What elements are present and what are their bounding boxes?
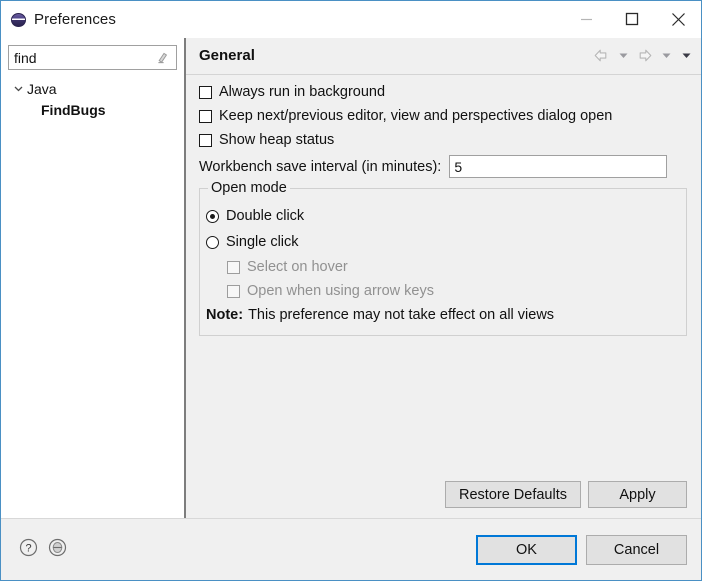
save-interval-input[interactable] [449, 155, 668, 178]
close-icon[interactable] [655, 1, 701, 37]
cancel-button[interactable]: Cancel [586, 535, 687, 565]
checkbox-box[interactable] [199, 133, 212, 147]
footer-icon-group: ? [19, 538, 67, 562]
tree-item-findbugs[interactable]: FindBugs [1, 99, 184, 120]
window-controls [563, 1, 701, 37]
title-bar: Preferences [1, 1, 701, 38]
checkbox-label: Open when using arrow keys [247, 283, 434, 299]
help-icon[interactable]: ? [19, 538, 38, 562]
radio-label: Single click [226, 234, 299, 250]
maximize-icon[interactable] [609, 1, 655, 37]
checkbox-show-heap-status[interactable]: Show heap status [199, 128, 612, 152]
checkbox-label: Show heap status [219, 132, 335, 148]
general-options: Always run in background Keep next/previ… [199, 80, 612, 152]
radio-button[interactable] [206, 235, 219, 249]
svg-text:?: ? [25, 543, 31, 555]
radio-double-click[interactable]: Double click [206, 203, 686, 229]
preferences-shortcut-icon[interactable] [48, 538, 67, 562]
save-interval-row: Workbench save interval (in minutes): [199, 155, 668, 178]
checkbox-always-run-in-background[interactable]: Always run in background [199, 80, 612, 104]
dialog-action-buttons: OK Cancel [476, 535, 687, 565]
tree-item-label: FindBugs [41, 101, 106, 118]
radio-button[interactable] [206, 209, 219, 223]
checkbox-label: Keep next/previous editor, view and pers… [219, 108, 613, 124]
checkbox-keep-next-previous-editor[interactable]: Keep next/previous editor, view and pers… [199, 104, 612, 128]
chevron-down-filled-icon[interactable] [676, 44, 696, 66]
chevron-down-icon[interactable] [613, 44, 633, 66]
checkbox-label: Always run in background [219, 84, 386, 100]
open-mode-legend: Open mode [208, 180, 290, 196]
page-header: General [186, 38, 701, 75]
filter-box[interactable] [8, 45, 177, 70]
dialog-footer: ? OK Cancel [1, 518, 701, 580]
ok-button[interactable]: OK [476, 535, 577, 565]
tree-item-label: Java [27, 80, 57, 97]
checkbox-box [227, 284, 240, 298]
clear-filter-icon[interactable] [151, 46, 173, 69]
preferences-tree: Java FindBugs [1, 78, 184, 120]
minimize-icon[interactable] [563, 1, 609, 37]
chevron-down-icon[interactable] [656, 44, 676, 66]
search-input[interactable] [9, 47, 151, 68]
checkbox-select-on-hover: Select on hover [227, 255, 686, 279]
page-navigation-toolbar [590, 44, 696, 66]
dialog-body: Java FindBugs General [1, 38, 701, 518]
page-action-buttons: Restore Defaults Apply [445, 481, 687, 508]
chevron-down-icon[interactable] [10, 83, 27, 94]
note-label: Note: [206, 307, 244, 323]
note-text: This preference may not take effect on a… [248, 307, 555, 323]
save-interval-label: Workbench save interval (in minutes): [199, 158, 442, 175]
open-mode-note: Note: This preference may not take effec… [206, 303, 686, 327]
apply-button[interactable]: Apply [588, 481, 687, 508]
checkbox-label: Select on hover [247, 259, 348, 275]
checkbox-open-when-using-arrow-keys: Open when using arrow keys [227, 279, 686, 303]
page-content: Always run in background Keep next/previ… [186, 75, 701, 518]
navigation-pane: Java FindBugs [1, 38, 184, 518]
open-mode-group: Open mode Double click Single click Sele… [199, 180, 687, 336]
radio-single-click[interactable]: Single click [206, 229, 686, 255]
arrow-right-icon[interactable] [633, 44, 656, 66]
radio-label: Double click [226, 208, 305, 224]
checkbox-box[interactable] [199, 85, 212, 99]
window-title: Preferences [34, 11, 116, 28]
preferences-dialog: Preferences find Java FindBugs General A… [0, 0, 702, 581]
checkbox-box [227, 260, 240, 274]
checkbox-box[interactable] [199, 109, 212, 123]
preferences-icon [11, 12, 27, 28]
restore-defaults-button[interactable]: Restore Defaults [445, 481, 581, 508]
preference-page: General Always run in background Keep ne… [186, 38, 701, 518]
arrow-left-icon[interactable] [590, 44, 613, 66]
page-title: General [199, 47, 255, 64]
tree-item-java[interactable]: Java [1, 78, 184, 99]
